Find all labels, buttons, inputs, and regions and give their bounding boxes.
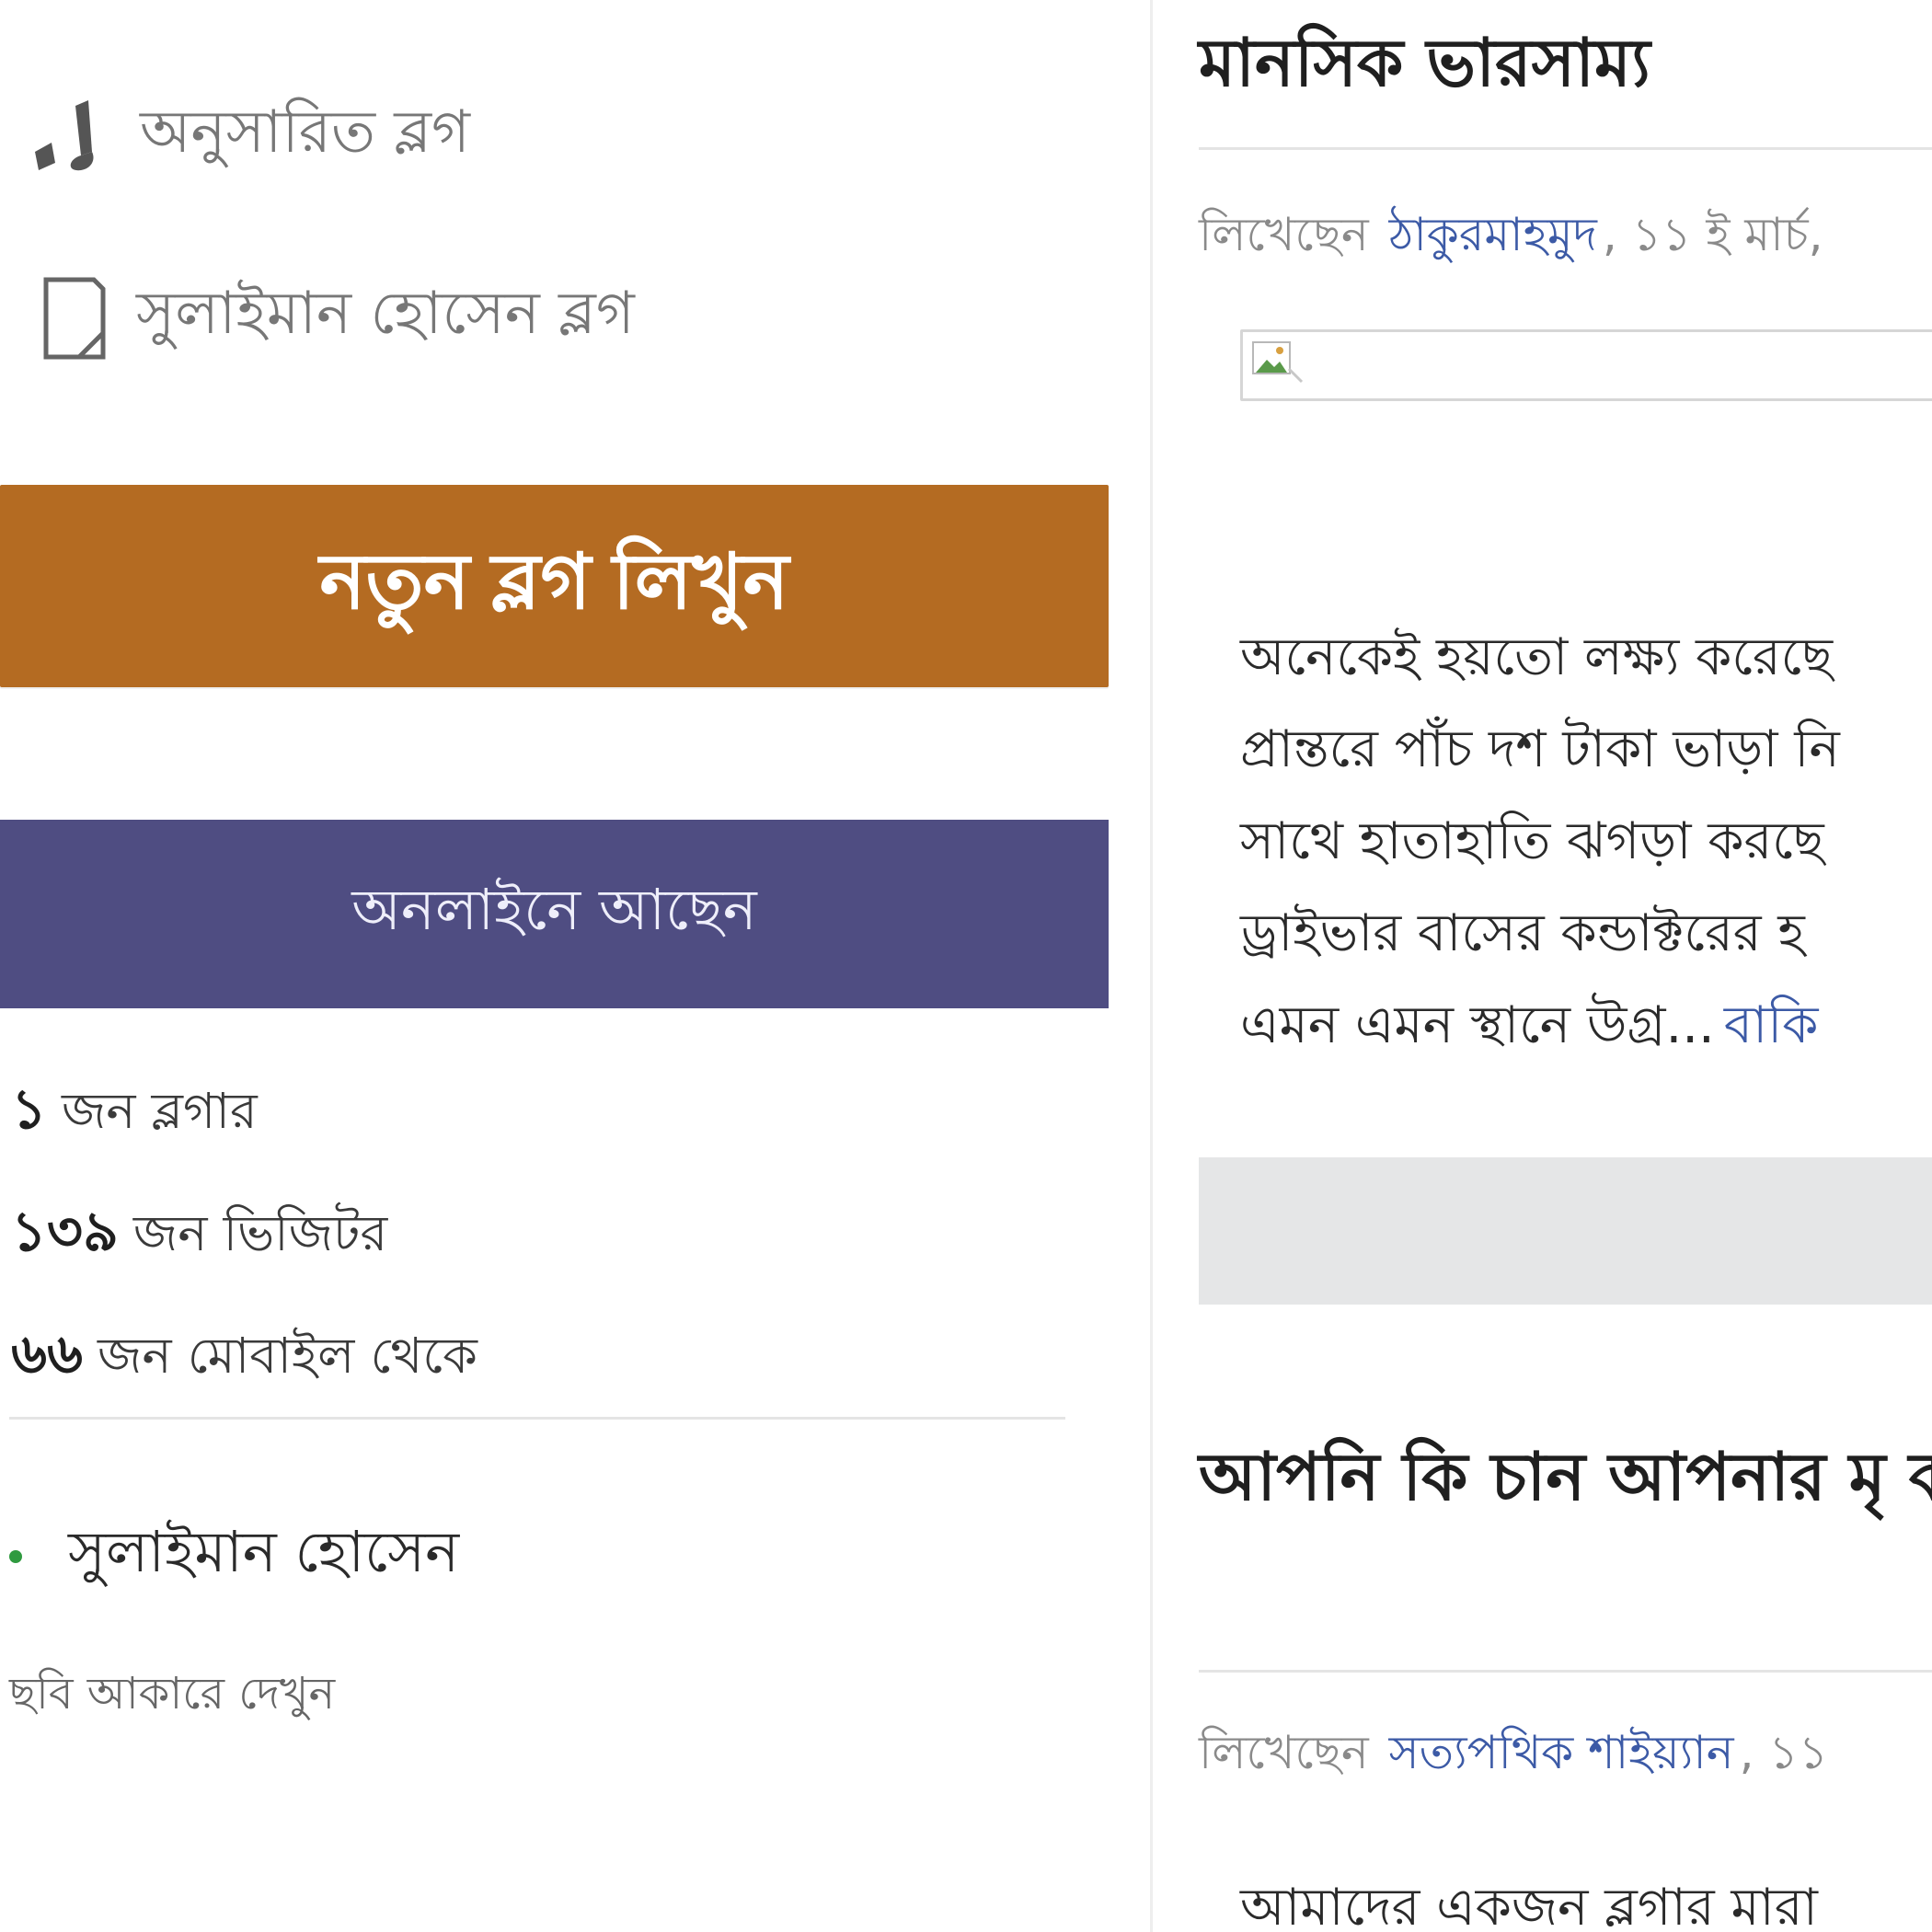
byline-prefix: লিখেছেন xyxy=(1199,1726,1369,1779)
excerpt-line: ড্রাইভার বাসের কন্ডাক্টরের হ xyxy=(1240,903,1805,963)
view-as-photos-link[interactable]: ছবি আকারে দেখুন xyxy=(9,1661,335,1733)
post-excerpt: অনেকেই হয়তো লক্ষ্য করেছে প্রান্তরে পাঁচ… xyxy=(1240,612,1932,1072)
title-divider xyxy=(1199,147,1932,150)
post-title[interactable]: আপনি কি চান আপনার মৃ করুক? xyxy=(1199,1408,1932,1546)
broken-image-icon xyxy=(1252,341,1304,391)
broken-image xyxy=(1240,329,1932,401)
post-date: , ১১ xyxy=(1739,1726,1829,1779)
stat-mobile-label: জন মোবাইল থেকে xyxy=(98,1327,477,1385)
sidebar-divider xyxy=(9,1417,1065,1420)
nav-user-blog-label: সুলাইমান হোসেন ব্লগ xyxy=(136,280,635,348)
excerpt-line: সাথে হাতাহাতি ঝগড়া করছে xyxy=(1240,811,1824,871)
excerpt-line-last: এমন এমন স্থানে উগ্র... বাকি xyxy=(1240,980,1932,1072)
nav-followed-blogs-label: অনুসারিত ব্লগ xyxy=(140,98,470,167)
stat-bloggers-label: জন ব্লগার xyxy=(61,1082,258,1140)
sidebar: অনুসারিত ব্লগ সুলাইমান হোসেন ব্লগ নতুন ব… xyxy=(0,0,1141,1932)
online-user-name: সুলাইমান হোসেন xyxy=(68,1518,460,1585)
excerpt-line: প্রান্তরে পাঁচ দশ টাকা ভাড়া নি xyxy=(1240,719,1840,779)
excerpt-line: অনেকেই হয়তো লক্ষ্য করেছে xyxy=(1240,627,1834,687)
followed-icon xyxy=(31,98,105,176)
post-excerpt: আমাদের একজন ব্লগার মারা xyxy=(1240,1878,1818,1932)
page: অনুসারিত ব্লগ সুলাইমান হোসেন ব্লগ নতুন ব… xyxy=(0,0,1932,1932)
post-byline: লিখেছেন ঠাকুরমাহমুদ, ১১ ই মার্চ, xyxy=(1199,201,1823,277)
excerpt-line-text: এমন এমন স্থানে উগ্র... xyxy=(1240,995,1715,1055)
read-more-link[interactable]: বাকি xyxy=(1724,995,1819,1055)
byline-prefix: লিখেছেন xyxy=(1199,208,1369,261)
post-footer-bar xyxy=(1199,1157,1932,1305)
online-status-dot xyxy=(9,1549,22,1563)
post-date: , ১১ ই মার্চ, xyxy=(1602,208,1823,261)
stat-visitors-label: জন ভিজিটর xyxy=(132,1204,388,1262)
document-icon xyxy=(42,276,107,361)
new-blog-button[interactable]: নতুন ব্লগ লিখুন xyxy=(0,485,1109,687)
title-divider xyxy=(1199,1670,1932,1673)
stat-visitors-count: ১৩৯ xyxy=(11,1200,119,1264)
post-title[interactable]: মানসিক ভারসাম্য xyxy=(1199,13,1650,123)
online-section-header: অনলাইনে আছেন xyxy=(0,820,1109,1008)
stat-visitors: ১৩৯ জন ভিজিটর xyxy=(11,1190,387,1282)
nav-followed-blogs[interactable]: অনুসারিত ব্লগ xyxy=(31,87,470,186)
stat-bloggers-count: ১ xyxy=(11,1077,47,1142)
nav-user-blog[interactable]: সুলাইমান হোসেন ব্লগ xyxy=(42,269,635,367)
stat-mobile: ৬৬ জন মোবাইল থেকে xyxy=(11,1312,477,1404)
stat-bloggers: ১ জন ব্লগার xyxy=(11,1067,258,1159)
stat-mobile-count: ৬৬ xyxy=(11,1322,84,1386)
author-link[interactable]: ঠাকুরমাহমুদ xyxy=(1389,208,1597,261)
post-byline: লিখেছেন সত্যপথিক শাইয়্যান, ১১ xyxy=(1199,1719,1828,1795)
online-section-title: অনলাইনে আছেন xyxy=(351,876,757,943)
online-user-item[interactable]: সুলাইমান হোসেন xyxy=(9,1509,459,1604)
main-content: মানসিক ভারসাম্য লিখেছেন ঠাকুরমাহমুদ, ১১ … xyxy=(1153,0,1932,1932)
author-link[interactable]: সত্যপথিক শাইয়্যান xyxy=(1389,1726,1734,1779)
